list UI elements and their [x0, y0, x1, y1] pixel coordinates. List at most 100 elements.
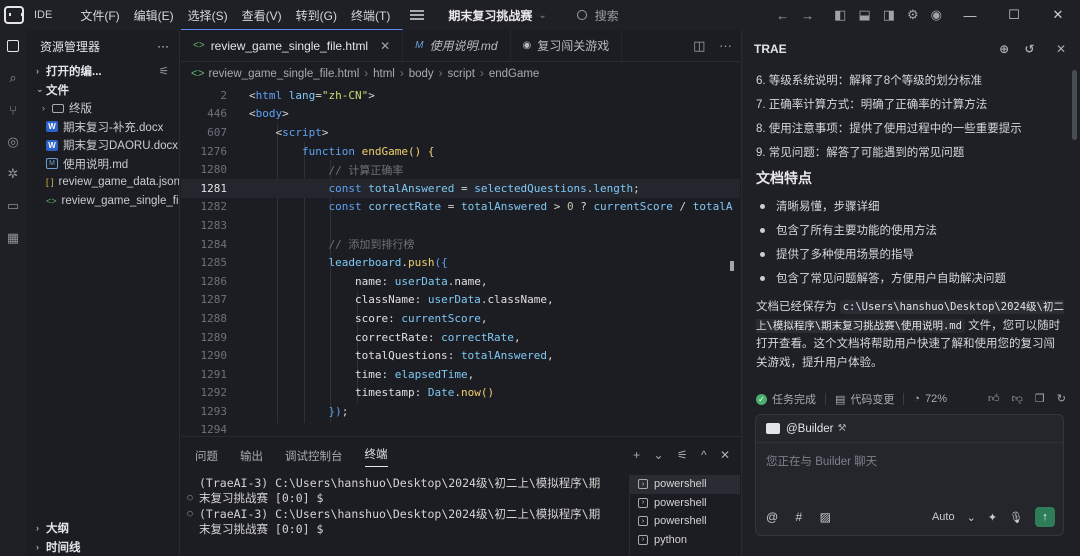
retry-icon[interactable]: ↻: [1057, 393, 1066, 405]
line-number: 1281: [200, 181, 228, 195]
task-done-label: 任务完成: [772, 394, 816, 406]
explorer-files-icon[interactable]: [0, 30, 26, 62]
tab-debug-console[interactable]: 调试控制台: [285, 448, 343, 464]
thumbs-down-icon[interactable]: 👎︎: [1012, 393, 1023, 405]
chat-scrollbar[interactable]: [1072, 70, 1077, 140]
hash-context-icon[interactable]: #: [796, 510, 803, 524]
search-view-icon[interactable]: ⌕: [0, 62, 26, 94]
tree-item-docx[interactable]: W 期末复习-补充.docx: [26, 118, 179, 137]
open-editors-label: 打开的编...: [46, 66, 102, 79]
terminal-item-powershell[interactable]: › powershell: [630, 512, 740, 531]
chevron-down-icon[interactable]: ⌄: [967, 511, 976, 524]
source-control-icon[interactable]: ⑂: [0, 94, 26, 126]
tab-game-preview[interactable]: ◉ 复习闯关游戏: [511, 29, 623, 61]
toggle-sidebar-icon[interactable]: ◧: [834, 7, 846, 23]
breadcrumb-body[interactable]: body: [409, 68, 434, 80]
panel-tabs: 问题 输出 调试控制台 终端 + ⌄ ⚟ ^ ✕: [181, 437, 740, 475]
folder-section-root[interactable]: ⌄ 文件: [26, 81, 179, 100]
menu-terminal[interactable]: 终端(T): [351, 7, 390, 24]
line-number: 1285: [200, 256, 228, 270]
thumbs-up-icon[interactable]: 👍︎: [988, 393, 1000, 405]
close-panel-icon[interactable]: ✕: [720, 448, 730, 462]
menu-go[interactable]: 转到(G): [296, 7, 337, 24]
preview-eye-icon[interactable]: ◎: [0, 126, 26, 158]
tab-label: review_game_single_file.html: [210, 38, 369, 53]
tree-item-folder[interactable]: › 终版: [26, 99, 179, 118]
breadcrumb-script[interactable]: script: [448, 68, 475, 80]
terminal-item-powershell[interactable]: › powershell: [630, 475, 740, 494]
tree-item-docx[interactable]: W 期末复习DAORU.docx: [26, 136, 179, 155]
line-number: 1283: [200, 218, 228, 232]
close-all-icon[interactable]: ⚟: [159, 64, 169, 78]
minimize-button[interactable]: —: [948, 8, 992, 23]
account-icon[interactable]: ◉: [931, 7, 942, 23]
microphone-icon[interactable]: 🎙︎: [1009, 511, 1023, 524]
terminal-item-python[interactable]: › python: [630, 531, 740, 550]
menu-file[interactable]: 文件(F): [80, 7, 119, 24]
chevron-down-icon[interactable]: ⌄: [538, 10, 546, 21]
maximize-button[interactable]: ☐: [992, 7, 1036, 23]
close-tab-icon[interactable]: ✕: [380, 39, 390, 53]
tab-review-game-html[interactable]: <> review_game_single_file.html ✕: [181, 29, 404, 61]
terminal-icon: ›: [638, 479, 648, 490]
breadcrumb-html[interactable]: html: [373, 68, 395, 80]
open-editors-section[interactable]: › 打开的编... ⚟: [26, 62, 179, 81]
tree-item-label: 使用说明.md: [63, 158, 129, 171]
tab-terminal[interactable]: 终端: [364, 446, 388, 467]
tab-usage-md[interactable]: M 使用说明.md: [403, 29, 511, 61]
line-number: 1280: [200, 163, 228, 177]
command-search[interactable]: 搜索: [576, 7, 619, 24]
timeline-section[interactable]: › 时间线: [26, 537, 180, 556]
tree-item-html[interactable]: <> review_game_single_fi...: [26, 192, 179, 211]
terminal-item-powershell[interactable]: › powershell: [630, 494, 740, 513]
history-icon[interactable]: ↺: [1025, 42, 1035, 56]
model-mode-select[interactable]: Auto: [932, 511, 955, 523]
code-changes-link[interactable]: 代码变更: [850, 391, 894, 407]
breadcrumb-file[interactable]: review_game_single_file.html: [208, 68, 359, 80]
terminal-output[interactable]: (TraeAI-3) C:\Users\hanshuo\Desktop\2024…: [181, 475, 621, 537]
forward-arrow-icon[interactable]: →: [801, 8, 814, 23]
chat-input[interactable]: 您正在与 Builder 聊天: [756, 443, 1063, 479]
back-arrow-icon[interactable]: ←: [776, 8, 789, 23]
chevron-down-icon[interactable]: ⌄: [653, 448, 663, 462]
new-chat-icon[interactable]: ⊕: [999, 42, 1009, 56]
menu-selection[interactable]: 选择(S): [188, 7, 228, 24]
tab-output[interactable]: 输出: [240, 448, 263, 464]
send-button[interactable]: ↑: [1035, 507, 1055, 527]
line-number: 1286: [200, 274, 228, 288]
copy-icon[interactable]: ❐: [1035, 393, 1045, 405]
more-menu-icon[interactable]: [410, 10, 425, 20]
outline-section[interactable]: › 大纲: [26, 518, 180, 537]
menu-view[interactable]: 查看(V): [242, 7, 282, 24]
tools-icon[interactable]: ⚒: [837, 423, 846, 434]
more-actions-icon[interactable]: ···: [719, 38, 732, 53]
terminal-settings-icon[interactable]: ⚟: [677, 448, 688, 462]
debug-bug-icon[interactable]: ✲: [0, 158, 26, 190]
line-number: 1282: [200, 200, 228, 214]
project-name[interactable]: 期末复习挑战赛: [448, 7, 532, 24]
extensions-grid-icon[interactable]: ▦: [0, 222, 26, 254]
sparkle-icon[interactable]: ✦: [988, 511, 997, 524]
toggle-panel-icon[interactable]: ⬓: [858, 7, 870, 23]
tree-item-json[interactable]: [ ] review_game_data.json: [26, 173, 179, 192]
maximize-panel-icon[interactable]: ^: [701, 448, 707, 462]
code-view[interactable]: 2 <html lang="zh-CN"> 446 <body> 607 <scri…: [181, 86, 740, 439]
agent-selector[interactable]: @Builder ⚒: [756, 415, 1063, 443]
tab-problems[interactable]: 问题: [195, 448, 218, 464]
close-window-button[interactable]: ✕: [1036, 7, 1080, 23]
explorer-more-icon[interactable]: ···: [157, 39, 169, 53]
close-chat-icon[interactable]: ✕: [1056, 42, 1066, 56]
settings-gear-icon[interactable]: ⚙: [907, 7, 919, 23]
line-number: 1293: [200, 404, 228, 418]
mention-at-icon[interactable]: @: [766, 510, 778, 524]
list-item: 8. 使用注意事项：提供了使用过程中的一些重要提示: [756, 123, 1022, 135]
toggle-secondary-sidebar-icon[interactable]: ◨: [883, 7, 895, 23]
breadcrumb-endgame[interactable]: endGame: [489, 68, 540, 80]
image-upload-icon[interactable]: ▨: [820, 510, 831, 524]
tree-item-md[interactable]: M 使用说明.md: [26, 155, 179, 174]
menu-edit[interactable]: 编辑(E): [134, 7, 174, 24]
section-heading: 文档特点: [756, 170, 812, 186]
split-editor-icon[interactable]: ◫: [693, 38, 705, 53]
new-terminal-plus-icon[interactable]: +: [633, 448, 640, 462]
remote-monitor-icon[interactable]: ▭: [0, 190, 26, 222]
